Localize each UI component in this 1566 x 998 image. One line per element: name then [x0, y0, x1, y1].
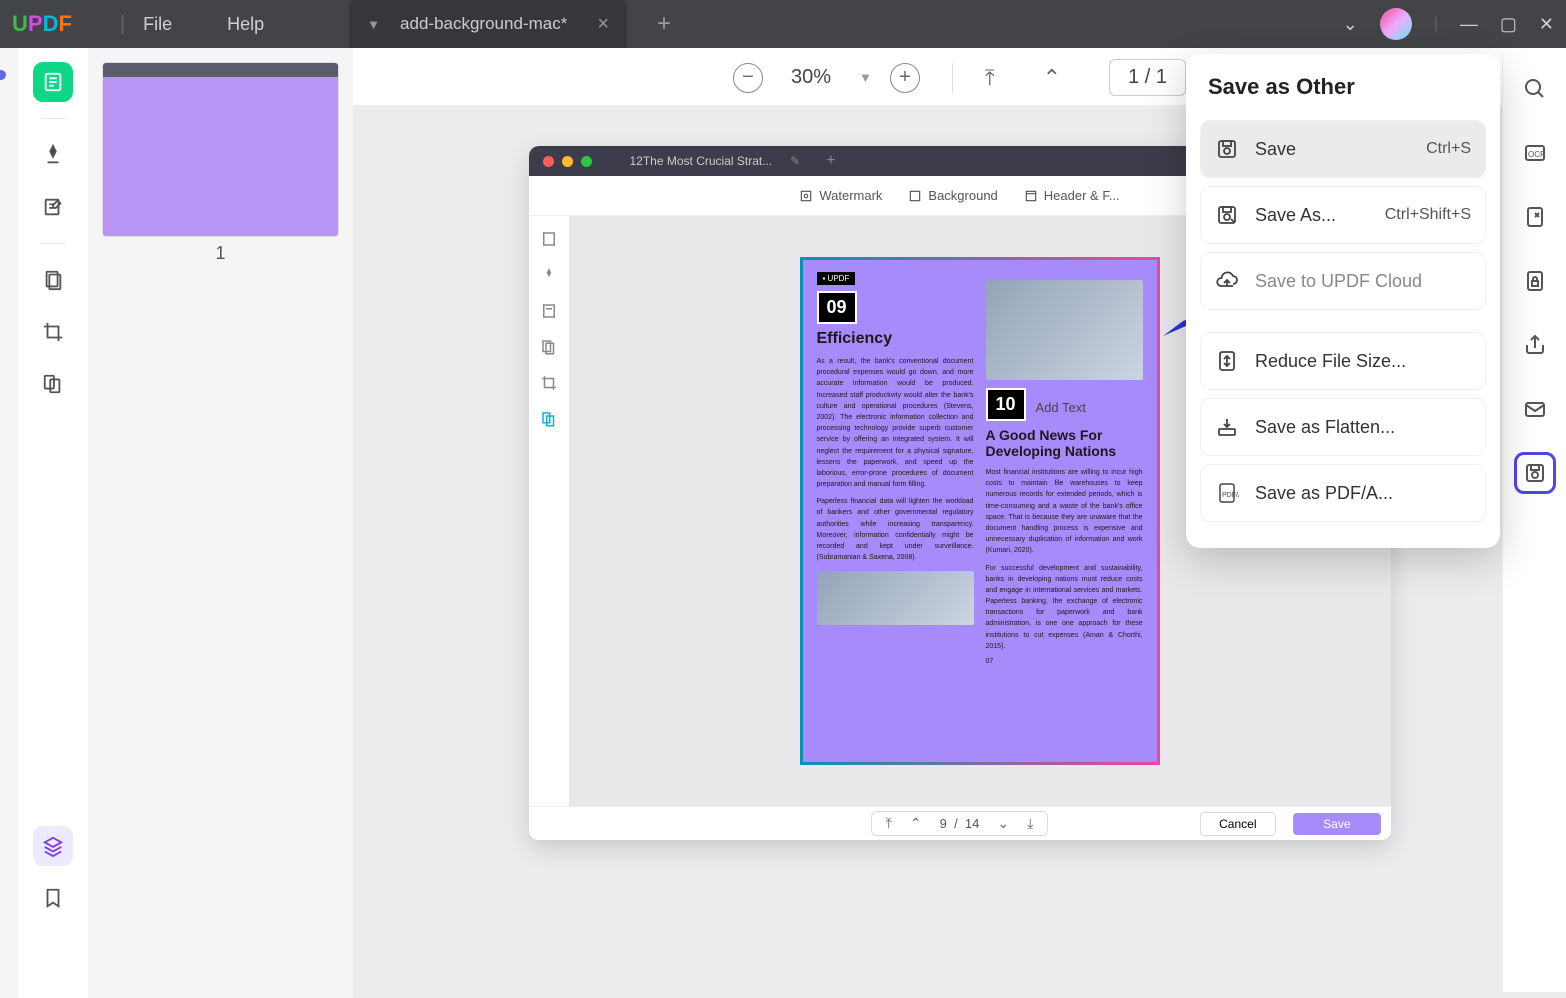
panel-title: Save as Other	[1208, 74, 1478, 100]
thumbnail-panel: 1	[88, 48, 353, 998]
nested-prev-page[interactable]: ⌃	[910, 815, 922, 832]
new-tab-button[interactable]: +	[657, 10, 671, 38]
edge-handle[interactable]	[0, 48, 18, 998]
nested-organize-icon[interactable]	[540, 338, 558, 356]
highlight-icon[interactable]	[33, 135, 73, 175]
menu-file[interactable]: File	[143, 14, 172, 35]
email-icon[interactable]	[1514, 388, 1556, 430]
nested-edit-icon[interactable]	[540, 302, 558, 320]
right-toolbar: OCR	[1502, 54, 1566, 992]
watermark-button[interactable]: Watermark	[799, 188, 882, 203]
svg-text:PDF/A: PDF/A	[1222, 492, 1239, 499]
share-icon[interactable]	[1514, 324, 1556, 366]
tab-title: add-background-mac*	[400, 14, 567, 34]
zoom-in-button[interactable]: +	[890, 63, 920, 93]
left-toolbar	[18, 48, 88, 998]
nested-reader-icon[interactable]	[540, 230, 558, 248]
traffic-light-min[interactable]	[562, 156, 573, 167]
save-as-other-panel: Save as Other SaveCtrl+S Save As...Ctrl+…	[1186, 54, 1500, 548]
save-as-button[interactable]: Save As...Ctrl+Shift+S	[1200, 186, 1486, 244]
divider: |	[120, 13, 125, 36]
tab-dropdown-icon[interactable]: ▼	[367, 17, 380, 32]
edit-icon[interactable]	[33, 187, 73, 227]
search-icon[interactable]	[1514, 68, 1556, 110]
header-footer-button[interactable]: Header & F...	[1024, 188, 1120, 203]
zoom-out-button[interactable]: −	[733, 63, 763, 93]
compare-icon[interactable]	[33, 364, 73, 404]
doc-image	[986, 280, 1143, 380]
nested-next-page[interactable]: ⌄	[997, 815, 1009, 832]
save-other-icon[interactable]	[1514, 452, 1556, 494]
background-button[interactable]: Background	[908, 188, 997, 203]
first-page-icon[interactable]: ⤒	[985, 65, 995, 91]
prev-page-icon[interactable]: ⌃	[1043, 65, 1061, 91]
cloud-icon	[1215, 269, 1239, 293]
page-indicator[interactable]: 1 / 1	[1109, 59, 1186, 96]
organize-icon[interactable]	[33, 260, 73, 300]
chevron-down-icon[interactable]: ⌄	[1343, 14, 1358, 35]
bookmark-icon[interactable]	[33, 878, 73, 918]
close-button[interactable]: ✕	[1539, 14, 1554, 35]
flatten-icon	[1215, 415, 1239, 439]
save-button[interactable]: SaveCtrl+S	[1200, 120, 1486, 178]
nested-compare-icon[interactable]	[540, 410, 558, 428]
doc-image	[817, 571, 974, 625]
maximize-button[interactable]: ▢	[1500, 14, 1517, 35]
menu-help[interactable]: Help	[227, 14, 264, 35]
zoom-dropdown-icon[interactable]: ▼	[859, 70, 872, 85]
user-avatar[interactable]	[1380, 8, 1412, 40]
save-flatten-button[interactable]: Save as Flatten...	[1200, 398, 1486, 456]
export-icon[interactable]	[1514, 196, 1556, 238]
nested-save-button[interactable]: Save	[1293, 813, 1380, 835]
nested-last-page[interactable]: ⤓	[1027, 815, 1033, 832]
save-as-icon	[1215, 203, 1239, 227]
reader-icon[interactable]	[33, 62, 73, 102]
nested-cancel-button[interactable]: Cancel	[1200, 812, 1275, 836]
document-page: ▪ UPDF 09 Efficiency As a result, the ba…	[800, 257, 1160, 765]
save-pdfa-button[interactable]: PDF/A Save as PDF/A...	[1200, 464, 1486, 522]
nested-first-page[interactable]: ⤒	[886, 815, 892, 832]
reduce-file-size-button[interactable]: Reduce File Size...	[1200, 332, 1486, 390]
minimize-button[interactable]: —	[1460, 14, 1478, 35]
compress-icon	[1215, 349, 1239, 373]
save-to-cloud-button[interactable]: Save to UPDF Cloud	[1200, 252, 1486, 310]
document-tab[interactable]: ▼ add-background-mac* ×	[349, 0, 627, 48]
ocr-icon[interactable]: OCR	[1514, 132, 1556, 174]
layers-icon[interactable]	[33, 826, 73, 866]
nested-footer: ⤒ ⌃ 9 / 14 ⌄ ⤓ Cancel Save	[529, 806, 1391, 840]
save-icon	[1215, 137, 1239, 161]
pdfa-icon: PDF/A	[1215, 481, 1239, 505]
svg-text:OCR: OCR	[1528, 150, 1546, 159]
protect-icon[interactable]	[1514, 260, 1556, 302]
traffic-light-close[interactable]	[543, 156, 554, 167]
nested-crop-icon[interactable]	[540, 374, 558, 392]
nested-highlight-icon[interactable]	[540, 266, 558, 284]
thumbnail-number: 1	[102, 243, 339, 264]
crop-icon[interactable]	[33, 312, 73, 352]
page-thumbnail[interactable]	[102, 62, 339, 237]
pencil-icon[interactable]: ✎	[790, 154, 800, 168]
title-bar: UPDF | File Help ▼ add-background-mac* ×…	[0, 0, 1566, 48]
nested-new-tab[interactable]: +	[826, 152, 835, 170]
app-logo: UPDF	[12, 11, 72, 37]
nested-left-toolbar	[529, 216, 569, 806]
close-icon[interactable]: ×	[597, 13, 609, 36]
nested-tab-title: 12The Most Crucial Strat...	[630, 154, 773, 168]
zoom-value[interactable]: 30%	[791, 66, 831, 89]
traffic-light-max[interactable]	[581, 156, 592, 167]
